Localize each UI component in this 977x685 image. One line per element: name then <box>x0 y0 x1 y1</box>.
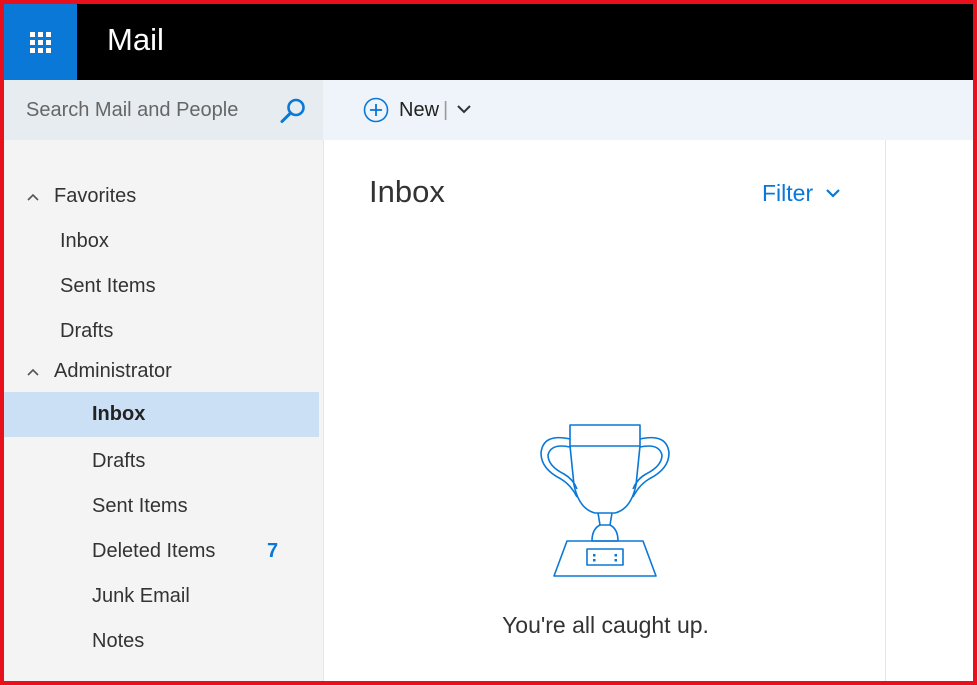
unread-count-badge: 7 <box>267 540 279 562</box>
new-message-button[interactable]: New | <box>363 93 448 127</box>
folder-label: Sent Items <box>60 275 156 297</box>
folder-label: Drafts <box>60 320 114 342</box>
empty-state-message: You're all caught up. <box>502 612 709 638</box>
favorites-group-header[interactable]: Favorites <box>4 174 319 219</box>
folder-label: Inbox <box>92 403 146 425</box>
favorites-item-sent-items[interactable]: Sent Items <box>4 264 319 309</box>
search-input[interactable] <box>4 80 274 140</box>
folder-item-deleted-items[interactable]: Deleted Items 7 <box>4 529 319 574</box>
search-icon[interactable] <box>278 96 308 126</box>
message-list-pane: Inbox Filter You're all caught up. <box>323 140 886 681</box>
outlook-window: Mail New | Favorites <box>0 0 977 685</box>
chevron-up-icon <box>27 368 39 376</box>
app-title: Mail <box>107 22 164 57</box>
search-box <box>4 80 323 140</box>
folder-label: Sent Items <box>92 495 188 517</box>
account-group-header[interactable]: Administrator <box>4 349 319 394</box>
folder-item-inbox[interactable]: Inbox <box>4 392 319 437</box>
trophy-icon <box>540 424 670 577</box>
filter-button[interactable]: Filter <box>762 180 841 207</box>
page-title: Inbox <box>369 174 445 209</box>
new-separator: | <box>443 98 449 121</box>
folder-item-notes[interactable]: Notes <box>4 619 319 664</box>
favorites-item-inbox[interactable]: Inbox <box>4 219 319 264</box>
account-label: Administrator <box>54 360 172 382</box>
folder-item-drafts[interactable]: Drafts <box>4 439 319 484</box>
chevron-down-icon <box>826 189 840 198</box>
folder-item-junk-email[interactable]: Junk Email <box>4 574 319 619</box>
app-launcher-button[interactable] <box>4 4 77 80</box>
waffle-icon <box>30 31 51 53</box>
favorites-label: Favorites <box>54 185 137 207</box>
folder-label: Deleted Items <box>92 540 216 562</box>
new-button-label: New <box>399 98 440 121</box>
command-bar: New | <box>323 80 973 140</box>
reading-pane <box>886 140 973 681</box>
folder-label: Junk Email <box>92 585 190 607</box>
favorites-item-drafts[interactable]: Drafts <box>4 309 319 354</box>
chevron-down-icon[interactable] <box>456 103 472 115</box>
plus-circle-icon <box>363 97 389 123</box>
top-header: Mail <box>4 4 973 80</box>
folder-item-sent-items[interactable]: Sent Items <box>4 484 319 529</box>
chevron-up-icon <box>27 193 39 201</box>
folder-label: Notes <box>92 630 145 652</box>
folder-label: Drafts <box>92 450 146 472</box>
folder-label: Inbox <box>60 230 109 252</box>
filter-label: Filter <box>762 180 814 206</box>
folder-pane: Favorites Inbox Sent Items Drafts Admini… <box>4 140 323 681</box>
